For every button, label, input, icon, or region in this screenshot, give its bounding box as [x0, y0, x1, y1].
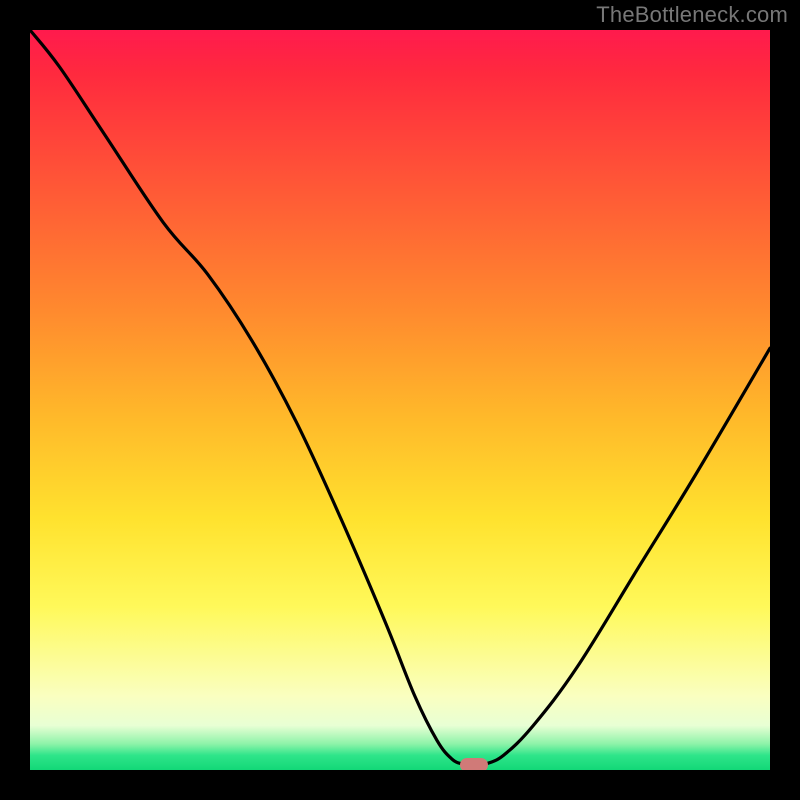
chart-frame: TheBottleneck.com [0, 0, 800, 800]
watermark-text: TheBottleneck.com [596, 2, 788, 28]
bottleneck-curve [30, 30, 770, 766]
curve-svg [30, 30, 770, 770]
plot-area [30, 30, 770, 770]
sweet-spot-marker [460, 758, 488, 770]
